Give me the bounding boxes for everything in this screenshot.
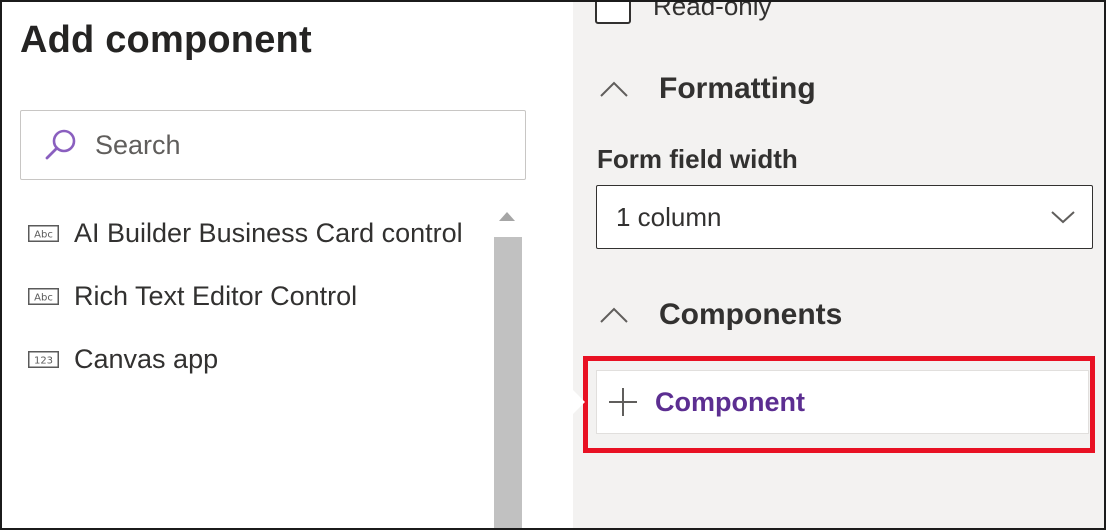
properties-pane: Read-only Formatting Form field width 1 … <box>571 0 1104 528</box>
dropdown-selected-value: 1 column <box>616 201 722 232</box>
add-component-button[interactable]: Component <box>596 370 1089 434</box>
formatting-section-header[interactable]: Formatting <box>599 72 816 106</box>
scroll-up-arrow-icon[interactable] <box>499 212 515 221</box>
list-item-label: Rich Text Editor Control <box>74 281 358 311</box>
list-scrollbar[interactable] <box>491 200 523 528</box>
chevron-down-icon <box>1050 209 1076 225</box>
search-input[interactable] <box>95 129 475 161</box>
chevron-up-icon <box>599 306 629 324</box>
chevron-up-icon <box>599 80 629 98</box>
formatting-title: Formatting <box>659 72 816 105</box>
add-component-pane: Add component Abc AI Builder Business Ca… <box>2 2 573 528</box>
text-type-icon: Abc <box>28 225 59 242</box>
components-title: Components <box>659 298 843 331</box>
add-component-label: Component <box>655 386 805 417</box>
pane-notch <box>571 388 585 416</box>
read-only-option[interactable]: Read-only <box>595 0 772 24</box>
form-field-width-label: Form field width <box>597 144 798 174</box>
read-only-label: Read-only <box>653 0 772 21</box>
form-field-width-dropdown[interactable]: 1 column <box>596 185 1093 249</box>
scroll-thumb[interactable] <box>494 237 522 528</box>
screenshot-frame: Add component Abc AI Builder Business Ca… <box>0 0 1106 530</box>
list-item-label: Canvas app <box>74 344 219 374</box>
list-item-label: AI Builder Business Card control <box>74 218 463 248</box>
text-type-icon: Abc <box>28 288 59 305</box>
search-icon <box>43 127 79 163</box>
list-item-rich-text-editor[interactable]: Abc Rich Text Editor Control <box>28 265 488 328</box>
svg-text:Abc: Abc <box>34 230 53 241</box>
read-only-checkbox[interactable] <box>595 2 631 24</box>
pane-title: Add component <box>20 19 312 61</box>
svg-text:Abc: Abc <box>34 293 53 304</box>
plus-icon <box>606 385 640 419</box>
component-list: Abc AI Builder Business Card control Abc… <box>28 202 488 391</box>
list-item-canvas-app[interactable]: 123 Canvas app <box>28 328 488 391</box>
svg-text:123: 123 <box>34 356 53 367</box>
search-box[interactable] <box>20 110 526 180</box>
number-type-icon: 123 <box>28 351 59 368</box>
list-item-ai-builder-business-card[interactable]: Abc AI Builder Business Card control <box>28 202 488 265</box>
components-section-header[interactable]: Components <box>599 298 842 332</box>
